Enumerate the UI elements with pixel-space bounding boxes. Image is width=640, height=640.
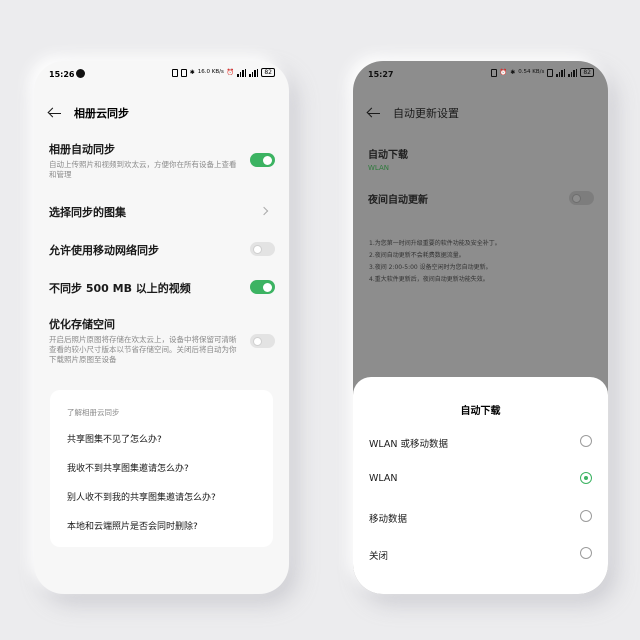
auto-download-sheet: 自动下载 WLAN 或移动数据 WLAN 移动数据 关闭 bbox=[353, 377, 608, 594]
page-header: 自动更新设置 bbox=[367, 101, 594, 125]
note-line: 3.夜间 2:00-5:00 设备空闲时为您自动更新。 bbox=[369, 264, 492, 271]
faq-item[interactable]: 我收不到共享图集邀请怎么办? bbox=[67, 461, 189, 474]
radio-button-checked[interactable] bbox=[580, 472, 592, 484]
option-label: WLAN bbox=[369, 473, 398, 484]
status-time: 15:26 bbox=[49, 70, 75, 79]
battery-icon: 82 bbox=[261, 68, 275, 77]
alarm-icon: ⏰ bbox=[499, 69, 508, 76]
page-title: 自动更新设置 bbox=[393, 107, 459, 120]
note-line: 1.为您第一时间升级重要的软件功能及安全补丁。 bbox=[369, 240, 501, 247]
bluetooth-icon: ✱ bbox=[189, 69, 195, 76]
faq-heading: 了解相册云同步 bbox=[67, 408, 120, 417]
signal-2-icon bbox=[249, 68, 259, 77]
faq-card: 了解相册云同步 共享图集不见了怎么办? 我收不到共享图集邀请怎么办? 别人收不到… bbox=[50, 390, 273, 547]
faq-item[interactable]: 共享图集不见了怎么办? bbox=[67, 432, 162, 445]
option-mobile-data[interactable]: 移动数据 bbox=[369, 508, 592, 528]
phone-auto-update-screen: 15:27 ⏰ ✱ 0.54 KB/s 82 自动更新设置 自动下载 WLAN … bbox=[353, 61, 608, 594]
note-line: 4.重大软件更新后，夜间自动更新功能失效。 bbox=[369, 276, 489, 283]
sheet-title: 自动下载 bbox=[460, 406, 501, 417]
battery-icon: 82 bbox=[580, 68, 594, 77]
setting-title: 允许使用移动网络同步 bbox=[49, 244, 159, 257]
setting-description: 开启后照片原图将存储在欢太云上，设备中将保留可清晰查看的较小尺寸版本以节省存储空… bbox=[49, 335, 237, 364]
setting-title: 自动下载 bbox=[368, 150, 408, 161]
status-icons: ⏰ ✱ 0.54 KB/s 82 bbox=[490, 68, 594, 77]
vibrate-icon bbox=[547, 68, 554, 77]
vibrate-icon bbox=[180, 68, 187, 77]
page-header: 相册云同步 bbox=[48, 101, 275, 125]
setting-description: 自动上传照片和视频到欢太云，方便你在所有设备上查看和管理 bbox=[49, 160, 237, 179]
option-label: 关闭 bbox=[369, 551, 389, 562]
nfc-icon bbox=[171, 68, 178, 77]
setting-title: 不同步 500 MB 以上的视频 bbox=[49, 282, 191, 295]
signal-2-icon bbox=[568, 68, 578, 77]
option-label: WLAN 或移动数据 bbox=[369, 439, 449, 450]
status-bar: 15:26 ✱ 16.0 KB/s ⏰ 82 bbox=[34, 67, 289, 85]
faq-item[interactable]: 别人收不到我的共享图集邀请怎么办? bbox=[67, 490, 216, 503]
network-speed: 16.0 KB/s bbox=[197, 69, 224, 75]
setting-optimize-storage[interactable]: 优化存储空间 开启后照片原图将存储在欢太云上，设备中将保留可清晰查看的较小尺寸版… bbox=[49, 316, 275, 365]
setting-title: 夜间自动更新 bbox=[368, 195, 428, 206]
radio-button[interactable] bbox=[580, 435, 592, 447]
setting-title: 优化存储空间 bbox=[49, 318, 115, 331]
night-update-toggle[interactable] bbox=[569, 191, 594, 205]
note-line: 2.夜间自动更新不会耗费数据流量。 bbox=[369, 252, 465, 259]
setting-skip-large-videos[interactable]: 不同步 500 MB 以上的视频 bbox=[49, 280, 275, 296]
faq-item[interactable]: 本地和云端照片是否会同时删除? bbox=[67, 519, 198, 532]
setting-title: 选择同步的图集 bbox=[49, 206, 126, 219]
status-time: 15:27 bbox=[368, 70, 394, 79]
radio-button[interactable] bbox=[580, 547, 592, 559]
setting-value: WLAN bbox=[368, 164, 390, 172]
mobile-network-sync-toggle[interactable] bbox=[250, 242, 275, 256]
back-arrow-icon[interactable] bbox=[367, 106, 381, 120]
bluetooth-icon: ✱ bbox=[510, 69, 516, 76]
option-label: 移动数据 bbox=[369, 514, 408, 525]
optimize-storage-toggle[interactable] bbox=[250, 334, 275, 348]
page-title: 相册云同步 bbox=[74, 107, 129, 120]
back-arrow-icon[interactable] bbox=[48, 106, 62, 120]
option-off[interactable]: 关闭 bbox=[369, 545, 592, 565]
signal-icon bbox=[556, 68, 566, 77]
setting-title: 相册自动同步 bbox=[49, 143, 115, 156]
network-speed: 0.54 KB/s bbox=[518, 69, 545, 75]
status-bar: 15:27 ⏰ ✱ 0.54 KB/s 82 bbox=[353, 67, 608, 85]
setting-choose-albums[interactable]: 选择同步的图集 bbox=[49, 204, 275, 220]
update-notes: 1.为您第一时间升级重要的软件功能及安全补丁。 2.夜间自动更新不会耗费数据流量… bbox=[369, 238, 501, 286]
setting-auto-download[interactable]: 自动下载 WLAN bbox=[368, 146, 594, 172]
option-wlan[interactable]: WLAN bbox=[369, 470, 592, 490]
option-wlan-or-mobile[interactable]: WLAN 或移动数据 bbox=[369, 433, 592, 453]
phone-cloud-sync-screen: 15:26 ✱ 16.0 KB/s ⏰ 82 相册云同步 相册自动同步 自动上传… bbox=[34, 61, 289, 594]
status-icons: ✱ 16.0 KB/s ⏰ 82 bbox=[171, 68, 275, 77]
recording-icon bbox=[76, 69, 85, 78]
nfc-icon bbox=[490, 68, 497, 77]
setting-album-auto-sync[interactable]: 相册自动同步 自动上传照片和视频到欢太云，方便你在所有设备上查看和管理 bbox=[49, 141, 275, 180]
album-auto-sync-toggle[interactable] bbox=[250, 153, 275, 167]
setting-mobile-network-sync[interactable]: 允许使用移动网络同步 bbox=[49, 242, 275, 258]
setting-night-update[interactable]: 夜间自动更新 bbox=[368, 191, 594, 206]
signal-icon bbox=[237, 68, 247, 77]
alarm-icon: ⏰ bbox=[226, 69, 235, 76]
skip-large-videos-toggle[interactable] bbox=[250, 280, 275, 294]
radio-button[interactable] bbox=[580, 510, 592, 522]
